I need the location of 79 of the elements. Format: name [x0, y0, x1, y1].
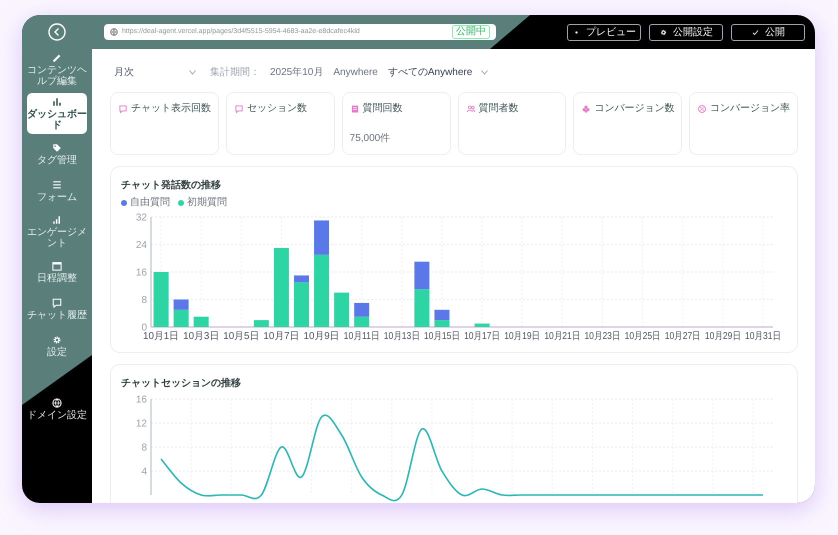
x-tick-label: 10月19日: [504, 331, 546, 342]
toolbar-button[interactable]: プレビュー: [567, 24, 641, 40]
chat-bubble-icon: [118, 104, 128, 114]
bar: [334, 292, 350, 327]
bar: [254, 320, 269, 327]
sidebar-item[interactable]: エンゲージメント: [27, 211, 87, 252]
y-tick-label: 4: [141, 466, 147, 478]
card-value: 75,000件: [350, 132, 392, 146]
legend-label: 初期質問: [187, 197, 227, 208]
tag-icon: [51, 142, 63, 154]
settings-icon: [51, 334, 63, 346]
card-title: チャット表示回数: [131, 102, 211, 116]
chart-title: チャット発話数の推移: [121, 178, 221, 193]
pencil-icon: [51, 52, 63, 64]
card-title: 質問回数: [362, 102, 403, 116]
bar: [354, 302, 370, 317]
legend-label: 自由質問: [130, 197, 170, 208]
x-tick-label: 10月31日: [744, 331, 788, 342]
y-tick-label: 24: [136, 240, 147, 251]
back-button[interactable]: [46, 21, 68, 43]
x-tick-label: 10月5日: [223, 331, 260, 342]
chat-bubble-icon: [51, 297, 63, 309]
check-icon: [751, 28, 760, 36]
x-tick-label: 10月17日: [464, 331, 506, 342]
period-dropdown[interactable]: 月次: [110, 62, 200, 82]
y-tick-label: 12: [136, 418, 147, 430]
channel-dropdown[interactable]: すべてのAnywhere: [388, 62, 488, 82]
period-label: 集計期間：: [210, 66, 260, 80]
x-tick-label: 10月1日: [143, 331, 180, 342]
document-icon: [350, 104, 360, 114]
toolbar-button[interactable]: 公開: [731, 24, 805, 40]
bar: [194, 316, 209, 327]
x-tick-label: 10月25日: [624, 331, 667, 342]
chevron-down-icon: [189, 70, 196, 74]
signal-bars-icon: [51, 214, 63, 226]
globe-icon: [51, 397, 63, 409]
bar: [414, 262, 430, 290]
x-tick-label: 10月7日: [263, 331, 300, 342]
y-tick-label: 16: [136, 394, 147, 406]
bar: [154, 272, 169, 327]
bar: [414, 289, 430, 327]
users-icon: [466, 104, 476, 114]
card-title: コンバージョン数: [594, 102, 674, 116]
settings-icon: [659, 28, 668, 36]
y-tick-label: 16: [136, 268, 147, 278]
x-tick-label: 10月27日: [664, 331, 707, 342]
sidebar-item[interactable]: ダッシュボード: [27, 93, 87, 134]
flower-icon: [581, 104, 592, 114]
bar-chart-icon: [51, 96, 63, 108]
y-tick-label: 8: [141, 442, 147, 454]
list-icon: [51, 179, 63, 191]
sidebar-item[interactable]: コンテンツヘルプ編集: [27, 49, 87, 90]
sidebar-item[interactable]: 設定: [27, 329, 87, 363]
y-tick-label: 8: [141, 295, 147, 306]
card-title: コンバージョン率: [710, 102, 790, 116]
status-badge: 公開中: [452, 25, 490, 39]
card-title: 質問者数: [478, 102, 518, 116]
sidebar-item[interactable]: チャット履歴: [27, 292, 87, 326]
x-tick-label: 10月3日: [183, 331, 220, 342]
chevron-down-icon: [480, 70, 488, 74]
x-tick-label: 10月9日: [304, 331, 340, 342]
y-tick-label: 32: [136, 212, 147, 224]
bar: [354, 316, 370, 327]
channel-label: Anywhere: [333, 66, 378, 80]
chat-bubble-icon: [234, 104, 244, 114]
chart-title: チャットセッションの推移: [121, 376, 241, 391]
y-tick-label: 0: [141, 322, 147, 334]
period-value: 2025年10月: [270, 66, 324, 80]
bar: [474, 324, 490, 327]
globe-icon: [110, 28, 118, 36]
toolbar-button[interactable]: 公開設定: [649, 24, 723, 40]
sidebar-item[interactable]: フォーム: [27, 174, 87, 208]
sidebar-item[interactable]: ドメイン設定: [27, 392, 87, 426]
calendar-icon: [51, 260, 63, 272]
sidebar-item[interactable]: 日程調整: [27, 255, 87, 289]
x-tick-label: 10月11日: [344, 331, 386, 342]
card-title: セッション数: [246, 102, 307, 116]
percent-icon: [697, 104, 708, 114]
sidebar-item[interactable]: タグ管理: [27, 137, 87, 171]
